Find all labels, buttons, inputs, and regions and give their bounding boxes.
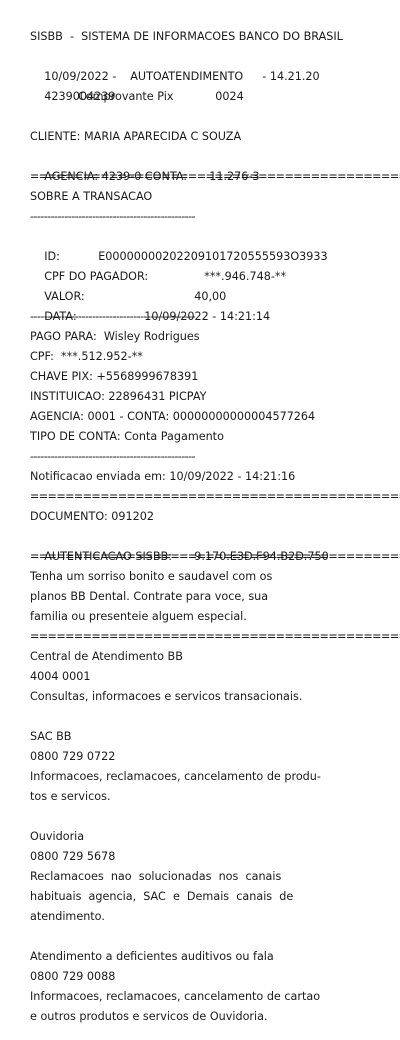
payee-agency-account: AGENCIA: 0001 - CONTA: 00000000000004577… [30,410,316,423]
transaction-id-label: ID: [44,250,60,263]
accessibility-description: e outros produtos e servicos de Ouvidori… [30,1010,268,1023]
double-divider: ========================================… [30,170,400,183]
accessibility-title: Atendimento a deficientes auditivos ou f… [30,950,274,963]
ouvidoria-description: Reclamacoes nao solucionadas nos canais [30,870,282,883]
system-header: SISBB - SISTEMA DE INFORMACOES BANCO DO … [30,30,343,43]
payer-cpf-label: CPF DO PAGADOR: [44,270,149,283]
ouvidoria-phone: 0800 729 5678 [30,850,116,863]
sac-title: SAC BB [30,730,72,743]
double-divider: ========================================… [30,630,400,643]
payee-institution: INSTITUICAO: 22896431 PICPAY [30,390,207,403]
accessibility-phone: 0800 729 0088 [30,970,116,983]
payer-cpf-value: ***.946.748-** [204,270,287,283]
header-date: 10/09/2022 - [44,70,117,83]
sac-description: Informacoes, reclamacoes, cancelamento d… [30,770,321,783]
transaction-id-value: E00000000202209101720555593O3933 [98,250,328,263]
payee-account-type: TIPO DE CONTA: Conta Pagamento [30,430,224,443]
payee-pix-key: CHAVE PIX: +5568999678391 [30,370,199,383]
ouvidoria-title: Ouvidoria [30,830,85,843]
datetime-row: 10/09/2022 - AUTOATENDIMENTO - 14.21.20 [30,47,400,83]
promo-line: planos BB Dental. Contrate para voce, su… [30,590,269,603]
transaction-id-row: ID: E00000000202209101720555593O3933 [30,227,400,263]
header-mode: AUTOATENDIMENTO [130,70,244,83]
sac-phone: 0800 729 0722 [30,750,116,763]
central-title: Central de Atendimento BB [30,650,183,663]
ouvidoria-description: atendimento. [30,910,105,923]
double-divider: ========================================… [30,490,400,503]
client-name: CLIENTE: MARIA APARECIDA C SOUZA [30,130,242,143]
header-terminal: 0024 [215,90,244,103]
single-divider: ----------------------------------------… [30,450,196,463]
ouvidoria-description: habituais agencia, SAC e Demais canais d… [30,890,294,903]
promo-line: Tenha um sorriso bonito e saudavel com o… [30,570,273,583]
payee-cpf: CPF: ***.512.952-** [30,350,143,363]
single-divider: ----------------------------------------… [30,210,196,223]
sac-description: tos e servicos. [30,790,111,803]
authentication-row: AUTENTICACAO SISBB: 9.170.E3D.F94.B2D.750 [30,527,400,563]
value-label: VALOR: [44,290,85,303]
pix-receipt: SISBB - SISTEMA DE INFORMACOES BANCO DO … [30,27,400,1027]
payee-name: PAGO PARA: Wisley Rodrigues [30,330,200,343]
central-description: Consultas, informacoes e servicos transa… [30,690,303,703]
central-phone: 4004 0001 [30,670,91,683]
client-agency-row: AGENCIA: 4239-0 CONTA: 11.276-3 [30,147,400,183]
promo-line: familia ou presenteie alguem especial. [30,610,247,623]
header-time: - 14.21.20 [262,70,320,83]
transaction-section-title: SOBRE A TRANSACAO [30,190,153,203]
accessibility-description: Informacoes, reclamacoes, cancelamento d… [30,990,321,1003]
double-divider: ========================================… [30,550,400,563]
document-number: DOCUMENTO: 091202 [30,510,154,523]
notification-line: Notificacao enviada em: 10/09/2022 - 14:… [30,470,296,483]
value-amount: 40,00 [194,290,227,303]
